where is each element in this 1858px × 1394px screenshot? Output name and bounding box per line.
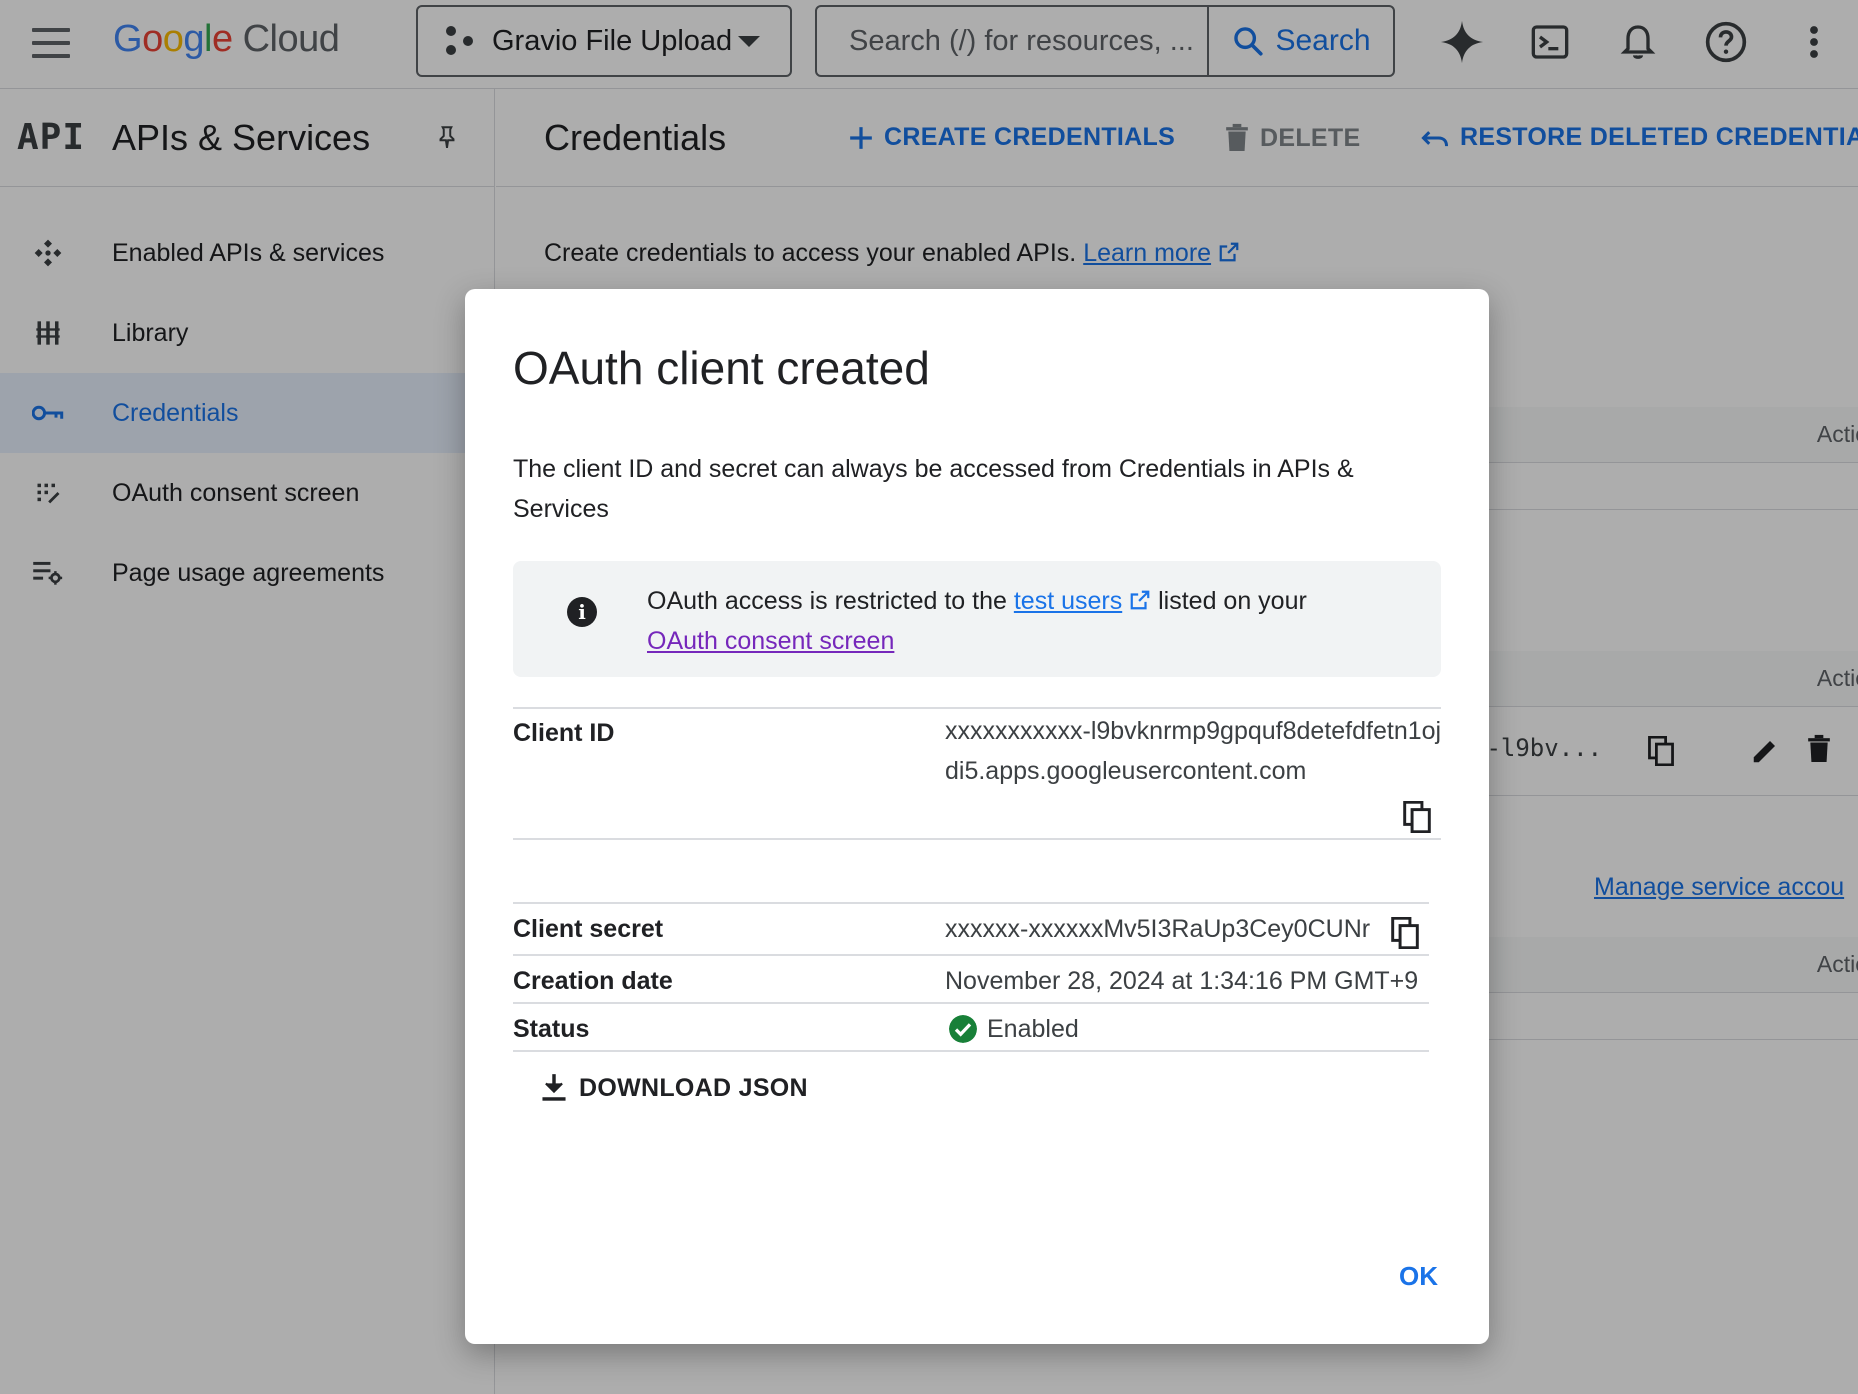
divider	[513, 1002, 1429, 1004]
copy-client-id-icon[interactable]	[1403, 801, 1431, 833]
check-circle-icon	[949, 1015, 977, 1043]
ok-button[interactable]: OK	[1399, 1261, 1438, 1292]
oauth-consent-screen-link[interactable]: OAuth consent screen	[647, 627, 894, 655]
divider	[513, 1050, 1429, 1052]
client-id-value: xxxxxxxxxxx-l9bvknrmp9gpquf8detefdfetn1o…	[945, 717, 1442, 785]
creation-date-value: November 28, 2024 at 1:34:16 PM GMT+9	[945, 967, 1419, 995]
test-users-link[interactable]: test users	[1014, 587, 1122, 615]
info-text: OAuth access is restricted to the test u…	[647, 587, 1307, 655]
download-json-label: DOWNLOAD JSON	[579, 1073, 808, 1102]
status-label: Status	[513, 1015, 590, 1043]
info-icon: i	[567, 597, 597, 627]
status-value: Enabled	[987, 1015, 1079, 1043]
open-in-new-icon	[1130, 590, 1150, 610]
copy-client-secret-icon[interactable]	[1391, 917, 1419, 949]
dialog-description: The client ID and secret can always be a…	[513, 455, 1354, 523]
download-json-button[interactable]: DOWNLOAD JSON	[541, 1073, 808, 1103]
creation-date-label: Creation date	[513, 967, 673, 995]
client-secret-label: Client secret	[513, 915, 664, 943]
divider	[513, 954, 1429, 956]
divider	[513, 902, 1429, 904]
info-banner: i OAuth access is restricted to the test…	[513, 561, 1441, 677]
download-icon	[542, 1074, 566, 1101]
client-id-label: Client ID	[513, 719, 615, 747]
client-secret-value: xxxxxx-xxxxxxMv5I3RaUp3Cey0CUNr	[945, 915, 1371, 943]
divider	[513, 838, 1441, 840]
oauth-client-created-dialog: OAuth client created The client ID and s…	[465, 289, 1489, 1344]
dialog-title: OAuth client created	[513, 342, 930, 394]
divider	[513, 707, 1441, 709]
